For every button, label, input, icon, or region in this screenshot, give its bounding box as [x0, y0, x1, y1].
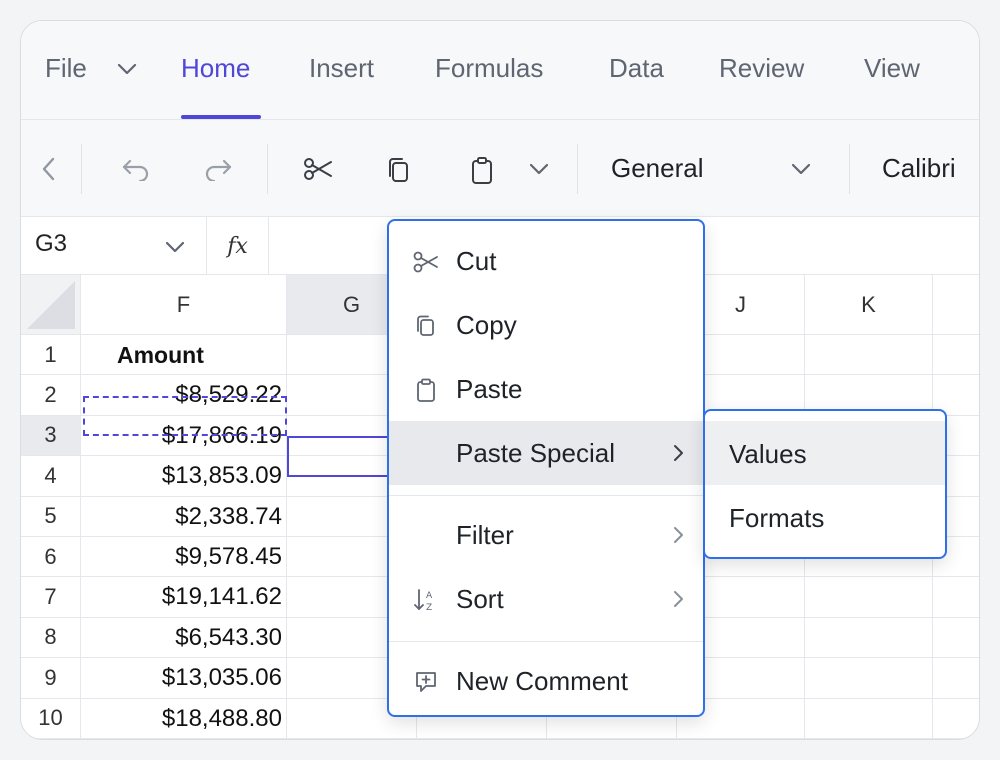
amount-cell[interactable]: $13,853.09: [81, 456, 287, 497]
chevron-down-icon[interactable]: [787, 156, 815, 182]
chevron-down-icon[interactable]: [116, 61, 138, 77]
grid-cell[interactable]: [933, 658, 979, 699]
grid-cell[interactable]: [805, 617, 933, 659]
menu-item-new-comment[interactable]: New Comment: [389, 649, 703, 713]
menu-item-filter[interactable]: Filter: [389, 503, 703, 567]
select-all-corner[interactable]: [21, 275, 81, 335]
paste-special-submenu: Values Formats: [703, 409, 947, 559]
chevron-right-icon: [674, 591, 683, 607]
context-menu: Cut Copy Paste Paste Special Filter AZ S…: [387, 219, 705, 717]
scissors-icon: [413, 251, 438, 273]
toolbar-divider: [577, 144, 578, 194]
grid-cell[interactable]: [933, 699, 979, 739]
menu-item-label: New Comment: [456, 666, 628, 696]
grid-cell[interactable]: [805, 698, 933, 739]
row-header[interactable]: 6: [21, 537, 81, 578]
amount-cell[interactable]: $18,488.80: [81, 698, 287, 739]
grid-cell[interactable]: [933, 335, 979, 376]
amount-cell[interactable]: $19,141.62: [81, 577, 287, 618]
fx-icon: fx: [207, 217, 269, 275]
menu-item-label: Paste: [456, 374, 523, 404]
amount-header-cell[interactable]: Amount: [81, 335, 287, 376]
row-header[interactable]: 4: [21, 456, 81, 497]
grid-cell[interactable]: [805, 335, 933, 376]
submenu-item-label: Values: [729, 439, 807, 469]
menu-item-paste-special[interactable]: Paste Special: [389, 421, 703, 485]
menu-item-paste[interactable]: Paste: [389, 357, 703, 421]
menu-item-label: Cut: [456, 246, 497, 276]
name-box-value: G3: [35, 230, 68, 257]
menu-item-cut[interactable]: Cut: [389, 229, 703, 293]
row-header[interactable]: 10: [21, 698, 81, 739]
undo-icon[interactable]: [119, 154, 153, 184]
spreadsheet-window: File Home Insert Formulas Data Review Vi…: [20, 20, 980, 740]
submenu-item-label: Formats: [729, 503, 825, 533]
copy-icon: [417, 315, 434, 336]
chevron-down-icon[interactable]: [164, 239, 186, 255]
clipboard-icon[interactable]: [467, 154, 497, 186]
row-header[interactable]: 1: [21, 335, 81, 376]
tab-review[interactable]: Review: [719, 53, 804, 84]
tab-view[interactable]: View: [864, 53, 920, 84]
column-header[interactable]: [933, 275, 979, 335]
name-box[interactable]: G3: [21, 217, 207, 275]
grid-cell[interactable]: [933, 577, 979, 618]
clipboard-icon: [417, 378, 435, 402]
chevron-right-icon: [674, 445, 683, 461]
submenu-item-formats[interactable]: Formats: [705, 485, 945, 549]
row-header[interactable]: 7: [21, 577, 81, 618]
tab-insert[interactable]: Insert: [309, 53, 374, 84]
comment-icon: [416, 672, 436, 692]
toolbar: General Calibri: [21, 119, 979, 217]
menu-item-sort[interactable]: AZ Sort: [389, 567, 703, 631]
tab-home[interactable]: Home: [181, 53, 250, 84]
grid-cell[interactable]: [805, 658, 933, 699]
number-format-select[interactable]: General: [611, 153, 704, 184]
row-header[interactable]: 2: [21, 375, 81, 416]
svg-text:Z: Z: [426, 603, 432, 613]
grid-cell[interactable]: [805, 577, 933, 618]
chevron-left-icon[interactable]: [35, 154, 63, 184]
menu-item-label: Sort: [456, 584, 504, 614]
amount-cell[interactable]: $2,338.74: [81, 496, 287, 537]
chevron-right-icon: [674, 527, 683, 543]
ribbon-tabs: File Home Insert Formulas Data Review Vi…: [21, 21, 979, 119]
amount-cell[interactable]: $13,035.06: [81, 658, 287, 699]
tab-formulas[interactable]: Formulas: [435, 53, 543, 84]
sort-az-icon: AZ: [414, 589, 433, 613]
scissors-icon[interactable]: [301, 154, 335, 184]
row-header[interactable]: 3: [21, 415, 81, 457]
svg-text:A: A: [426, 591, 433, 601]
chevron-down-icon[interactable]: [525, 156, 553, 182]
column-header[interactable]: F: [81, 275, 287, 335]
copy-icon[interactable]: [383, 154, 413, 186]
column-header[interactable]: K: [805, 275, 933, 335]
toolbar-divider: [849, 144, 850, 194]
submenu-item-values[interactable]: Values: [705, 421, 945, 485]
copy-selection-marquee: [83, 396, 287, 436]
menu-item-copy[interactable]: Copy: [389, 293, 703, 357]
menu-divider: [389, 495, 703, 496]
amount-cell[interactable]: $6,543.30: [81, 617, 287, 659]
toolbar-divider: [81, 144, 82, 194]
tab-file[interactable]: File: [45, 53, 87, 84]
redo-icon[interactable]: [201, 154, 235, 184]
menu-item-label: Copy: [456, 310, 517, 340]
menu-item-label: Paste Special: [456, 438, 615, 468]
tab-data[interactable]: Data: [609, 53, 664, 84]
menu-item-label: Filter: [456, 520, 514, 550]
menu-divider: [389, 641, 703, 642]
row-header[interactable]: 8: [21, 617, 81, 659]
toolbar-divider: [267, 144, 268, 194]
row-header[interactable]: 9: [21, 658, 81, 699]
font-name-select[interactable]: Calibri: [882, 153, 956, 184]
grid-cell[interactable]: [933, 618, 979, 659]
row-header[interactable]: 5: [21, 496, 81, 537]
amount-cell[interactable]: $9,578.45: [81, 537, 287, 578]
